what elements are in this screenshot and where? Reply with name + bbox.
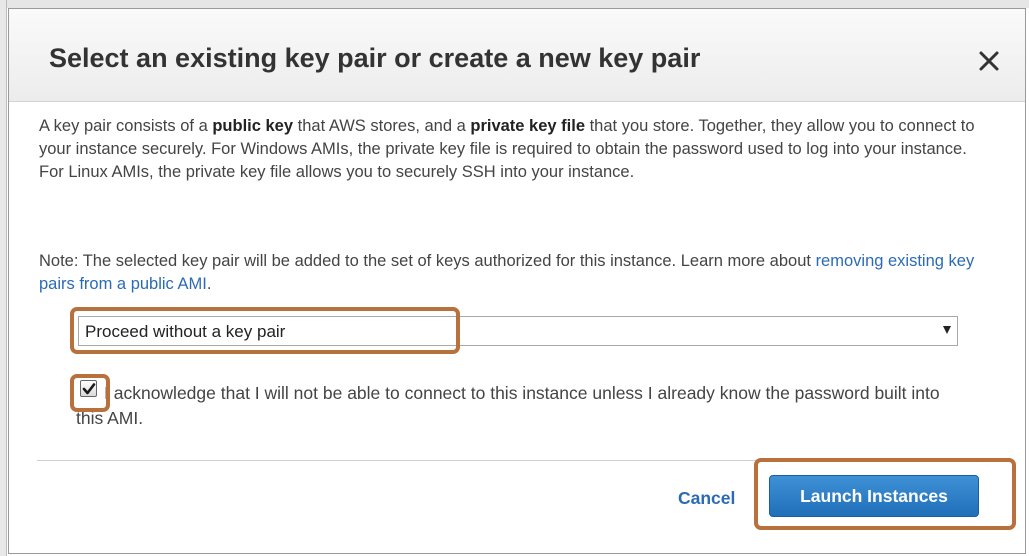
intro-bold-private-key: private key file: [470, 117, 586, 135]
cancel-button[interactable]: Cancel: [678, 488, 735, 509]
key-pair-select[interactable]: Proceed without a key pair: [78, 316, 958, 346]
key-pair-description: A key pair consists of a public key that…: [39, 115, 979, 184]
dialog-title: Select an existing key pair or create a …: [49, 43, 701, 73]
key-pair-note: Note: The selected key pair will be adde…: [39, 250, 979, 296]
note-end: .: [206, 275, 212, 293]
acknowledge-label: I acknowledge that I will not be able to…: [76, 383, 940, 428]
note-text: Note: The selected key pair will be adde…: [39, 252, 816, 270]
dropdown-arrow-icon: [943, 326, 951, 334]
launch-instances-button[interactable]: Launch Instances: [769, 475, 979, 517]
backdrop-top-strip: [0, 0, 1029, 8]
dialog-header: Select an existing key pair or create a …: [9, 9, 1025, 102]
footer-divider: [37, 460, 979, 461]
backdrop-left-edge: [0, 0, 7, 556]
key-pair-select-value: Proceed without a key pair: [85, 322, 286, 341]
close-icon: [979, 51, 999, 71]
intro-bold-public-key: public key: [212, 117, 294, 135]
intro-text-2: that AWS stores, and a: [293, 117, 471, 135]
intro-text-1: A key pair consists of a: [39, 117, 213, 135]
close-button[interactable]: [977, 49, 1001, 73]
